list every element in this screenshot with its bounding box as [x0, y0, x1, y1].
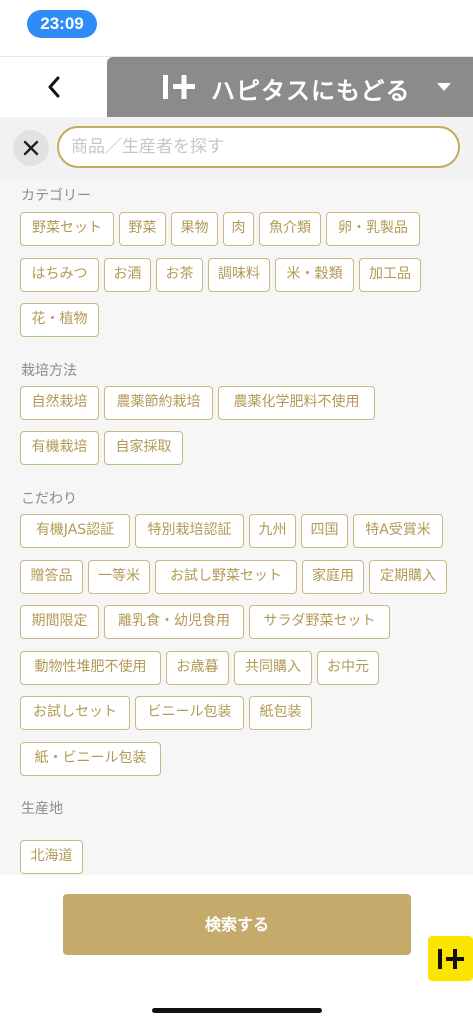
tag-origin[interactable]: 北海道 [20, 840, 83, 874]
close-icon [23, 140, 39, 156]
tag-category[interactable]: お茶 [156, 258, 203, 292]
tag-category[interactable]: 野菜 [119, 212, 166, 246]
hapitas-floating-button[interactable] [428, 936, 473, 981]
tag-kodawari[interactable]: お試しセット [20, 696, 130, 730]
tag-category[interactable]: 加工品 [359, 258, 421, 292]
tag-category[interactable]: はちみつ [20, 258, 99, 292]
tag-kodawari[interactable]: 有機JAS認証 [20, 514, 130, 548]
return-to-hapitas-button[interactable]: ハピタスにもどる [107, 57, 473, 117]
tag-kodawari[interactable]: 九州 [249, 514, 296, 548]
tag-category[interactable]: 魚介類 [259, 212, 321, 246]
hapitas-logo-icon [437, 948, 464, 969]
tag-cultivation[interactable]: 農薬節約栽培 [104, 386, 213, 420]
tag-kodawari[interactable]: お中元 [317, 651, 379, 685]
tag-kodawari[interactable]: 紙包装 [249, 696, 312, 730]
header: ハピタスにもどる [0, 56, 473, 117]
hapitas-label: ハピタスにもどる [211, 77, 411, 105]
hapitas-logo-icon [163, 75, 195, 99]
tag-kodawari[interactable]: 特別栽培認証 [135, 514, 244, 548]
search-submit-button[interactable]: 検索する [63, 894, 411, 955]
tag-kodawari[interactable]: 共同購入 [234, 651, 312, 685]
bottom-bar: 検索する [0, 875, 473, 1024]
tag-kodawari[interactable]: サラダ野菜セット [249, 605, 390, 639]
section-title-origin: 生産地 [21, 801, 63, 817]
tag-kodawari[interactable]: 定期購入 [369, 560, 447, 594]
search-input[interactable] [57, 126, 460, 168]
tag-kodawari[interactable]: お試し野菜セット [155, 560, 297, 594]
tag-kodawari[interactable]: 四国 [301, 514, 348, 548]
caret-down-icon [437, 83, 451, 91]
search-bar [0, 117, 473, 179]
home-indicator [152, 1008, 322, 1013]
chevron-left-icon [48, 76, 59, 98]
tag-category[interactable]: 米・穀類 [275, 258, 354, 292]
tag-category[interactable]: 卵・乳製品 [326, 212, 420, 246]
tag-kodawari[interactable]: 離乳食・幼児食用 [104, 605, 244, 639]
tag-kodawari[interactable]: 一等米 [88, 560, 150, 594]
tag-kodawari[interactable]: お歳暮 [166, 651, 229, 685]
tag-category[interactable]: 野菜セット [20, 212, 114, 246]
tag-kodawari[interactable]: 紙・ビニール包装 [20, 742, 161, 776]
section-title-kodawari: こだわり [21, 491, 77, 507]
filter-panel: カテゴリー 野菜セット 野菜 果物 肉 魚介類 卵・乳製品 はちみつ お酒 お茶… [0, 179, 473, 875]
tag-kodawari[interactable]: 期間限定 [20, 605, 99, 639]
tag-category[interactable]: 調味料 [208, 258, 270, 292]
section-title-cultivation: 栽培方法 [21, 363, 77, 379]
tag-category[interactable]: 果物 [171, 212, 218, 246]
clear-button[interactable] [13, 130, 49, 166]
status-bar: 23:09 [0, 0, 473, 54]
tag-cultivation[interactable]: 自然栽培 [20, 386, 99, 420]
tag-category[interactable]: 花・植物 [20, 303, 99, 337]
tag-kodawari[interactable]: 動物性堆肥不使用 [20, 651, 161, 685]
tag-kodawari[interactable]: ビニール包装 [135, 696, 244, 730]
tag-kodawari[interactable]: 贈答品 [20, 560, 83, 594]
tag-cultivation[interactable]: 自家採取 [104, 431, 183, 465]
tag-cultivation[interactable]: 農薬化学肥料不使用 [218, 386, 375, 420]
tag-category[interactable]: お酒 [104, 258, 151, 292]
tag-kodawari[interactable]: 特A受賞米 [353, 514, 443, 548]
tag-kodawari[interactable]: 家庭用 [302, 560, 364, 594]
section-title-category: カテゴリー [21, 188, 91, 204]
tag-category[interactable]: 肉 [223, 212, 254, 246]
tag-cultivation[interactable]: 有機栽培 [20, 431, 99, 465]
back-button[interactable] [0, 57, 107, 117]
status-time: 23:09 [27, 10, 97, 38]
